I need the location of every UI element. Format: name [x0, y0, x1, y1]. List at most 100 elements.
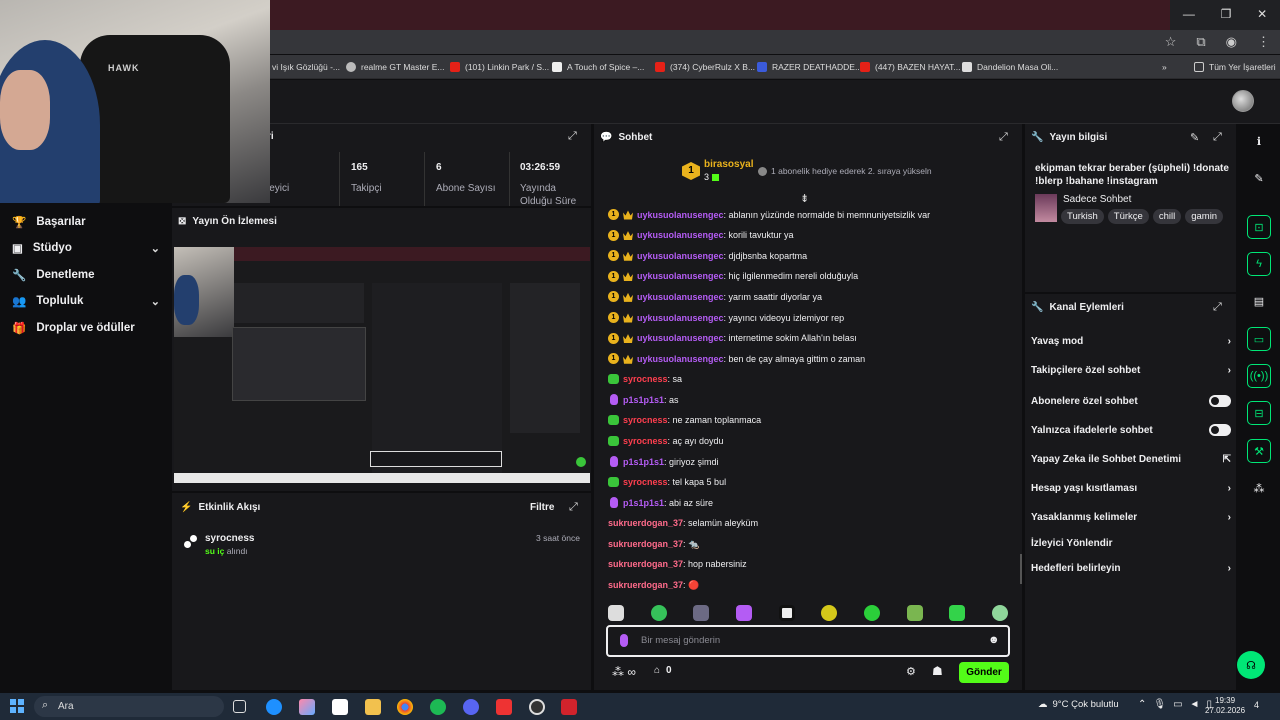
wrench-icon[interactable]: ⚒	[1247, 439, 1271, 463]
info-icon[interactable]: ℹ	[1247, 129, 1271, 153]
gear-icon[interactable]: ⚙	[906, 665, 916, 678]
channel-points-icon[interactable]: ⁂ ∞	[612, 665, 636, 679]
tag[interactable]: chill	[1152, 209, 1182, 224]
sidebar-item-achievements[interactable]: 🏆 Başarılar	[12, 215, 160, 229]
chat-username[interactable]: uykusuolanusengec	[637, 292, 724, 302]
bookmarks-overflow-icon[interactable]: »	[1162, 59, 1167, 75]
chat-username[interactable]: uykusuolanusengec	[637, 271, 724, 281]
chat-username[interactable]: uykusuolanusengec	[637, 230, 724, 240]
chrome-icon[interactable]	[397, 699, 413, 715]
tag[interactable]: gamin	[1185, 209, 1224, 224]
action-ai-moderation[interactable]: Yapay Zeka ile Sohbet Denetimi ⇱	[1031, 454, 1231, 465]
network-icon[interactable]: ▭	[1173, 699, 1182, 710]
bookmark-item[interactable]: (374) CyberRulz X B...	[655, 59, 755, 75]
clock[interactable]: 19:39 27.02.2026	[1205, 696, 1245, 716]
bookmark-item[interactable]: (447) BAZEN HAYAT...	[860, 59, 961, 75]
chat-username[interactable]: syrocness	[623, 436, 668, 446]
chat-scrollbar[interactable]	[1020, 554, 1022, 584]
bookmark-item[interactable]: RAZER DEATHADDE...	[757, 59, 862, 75]
chat-username[interactable]: sukruerdogan_37	[608, 539, 683, 549]
pencil-icon[interactable]: ✎	[1247, 166, 1271, 190]
scroll-down-icon[interactable]: ⇟	[800, 192, 809, 205]
app-icon[interactable]	[561, 699, 577, 715]
store-icon[interactable]	[332, 699, 348, 715]
leader-name[interactable]: birasosyal	[704, 159, 753, 170]
action-raid[interactable]: İzleyici Yönlendir	[1031, 538, 1231, 549]
tag[interactable]: Turkish	[1061, 209, 1104, 224]
emote[interactable]	[991, 605, 1008, 621]
expand-icon[interactable]: ⤢	[1213, 301, 1222, 314]
action-set-goals[interactable]: Hedefleri belirleyin ›	[1031, 563, 1231, 574]
copilot-icon[interactable]	[299, 699, 315, 715]
emote[interactable]	[693, 605, 710, 621]
bookmark-item[interactable]: realme GT Master E...	[346, 59, 444, 75]
emote[interactable]	[863, 605, 880, 621]
emote[interactable]	[650, 605, 667, 621]
chat-username[interactable]: syrocness	[623, 415, 668, 425]
chat-username[interactable]: syrocness	[623, 374, 668, 384]
spotify-icon[interactable]	[430, 699, 446, 715]
menu-dots-icon[interactable]: ⋮	[1257, 34, 1270, 50]
points-icon[interactable]: ⁂	[1247, 476, 1271, 500]
layout-icon[interactable]: ⊟	[1247, 401, 1271, 425]
windows-start-icon[interactable]	[10, 699, 24, 713]
stream-preview-video[interactable]	[174, 247, 590, 483]
subscribers-only-toggle[interactable]	[1209, 395, 1231, 407]
bookmark-item[interactable]: A Touch of Spice –...	[552, 59, 644, 75]
star-icon[interactable]: ☆	[1165, 34, 1177, 50]
expand-icon[interactable]: ⤢	[568, 130, 577, 143]
chat-username[interactable]: uykusuolanusengec	[637, 313, 724, 323]
chat-username[interactable]: sukruerdogan_37	[608, 580, 683, 590]
bot-icon[interactable]: ☗	[932, 664, 943, 678]
sidebar-item-community[interactable]: 👥 Topluluk ⌄	[12, 294, 160, 308]
action-slow-mode[interactable]: Yavaş mod ›	[1031, 336, 1231, 347]
send-button[interactable]: Gönder	[959, 662, 1009, 683]
all-bookmarks[interactable]: Tüm Yer İşaretleri	[1194, 59, 1276, 75]
sidebar-item-studio[interactable]: ▣ Stüdyo ⌄	[12, 241, 160, 255]
bookmark-item[interactable]: (101) Linkin Park / S...	[450, 59, 549, 75]
expand-icon[interactable]: ⤢	[999, 131, 1008, 144]
chat-username[interactable]: uykusuolanusengec	[637, 333, 724, 343]
emote[interactable]	[735, 605, 752, 621]
bookmark-item[interactable]: Dandelion Masa Oli...	[962, 59, 1058, 75]
filter-button[interactable]: Filtre	[530, 502, 554, 513]
sidebar-item-drops[interactable]: 🎁 Droplar ve ödüller	[12, 321, 160, 335]
chevron-up-icon[interactable]: ⌃	[1138, 699, 1146, 710]
expand-icon[interactable]: ⤢	[569, 501, 578, 514]
lightning-icon[interactable]: ϟ	[1247, 252, 1271, 276]
emote[interactable]	[608, 605, 624, 621]
extensions-icon[interactable]: ⧉	[1196, 34, 1205, 50]
emote[interactable]	[778, 605, 795, 621]
chat-username[interactable]: uykusuolanusengec	[637, 251, 724, 261]
avatar[interactable]	[1232, 90, 1254, 112]
chat-username[interactable]: p1s1p1s1	[623, 457, 664, 467]
category-name[interactable]: Sadece Sohbet	[1063, 194, 1131, 205]
emoji-icon[interactable]: ☻	[988, 634, 1000, 646]
emote-only-toggle[interactable]	[1209, 424, 1231, 436]
explorer-icon[interactable]	[365, 699, 381, 715]
clip-icon[interactable]: ⊡	[1247, 215, 1271, 239]
support-icon[interactable]: ☊	[1237, 651, 1265, 679]
minimize-icon[interactable]: —	[1183, 7, 1195, 21]
emote[interactable]	[906, 605, 923, 621]
chat-icon[interactable]: ▭	[1247, 327, 1271, 351]
edge-icon[interactable]	[266, 699, 282, 715]
pencil-icon[interactable]: ✎	[1190, 131, 1199, 144]
discord-icon[interactable]	[463, 699, 479, 715]
app-icon[interactable]	[496, 699, 512, 715]
expand-icon[interactable]: ⤢	[1213, 131, 1222, 144]
volume-icon[interactable]: ◄	[1190, 699, 1200, 710]
notification-count[interactable]: 4	[1254, 700, 1259, 710]
action-account-age[interactable]: Hesap yaşı kısıtlaması ›	[1031, 483, 1231, 494]
emote[interactable]	[821, 605, 838, 621]
mic-icon[interactable]: 🎙	[1153, 699, 1166, 710]
action-banned-words[interactable]: Yasaklanmış kelimeler ›	[1031, 512, 1231, 523]
tag[interactable]: Türkçe	[1107, 209, 1149, 224]
chat-username[interactable]: sukruerdogan_37	[608, 559, 683, 569]
chat-username[interactable]: sukruerdogan_37	[608, 518, 683, 528]
restore-icon[interactable]: ❐	[1221, 7, 1232, 21]
document-icon[interactable]: ▤	[1247, 289, 1271, 313]
chat-username[interactable]: uykusuolanusengec	[637, 354, 724, 364]
profile-icon[interactable]: ◉	[1226, 34, 1237, 50]
drops-counter[interactable]: ⌂ 0	[654, 665, 672, 676]
